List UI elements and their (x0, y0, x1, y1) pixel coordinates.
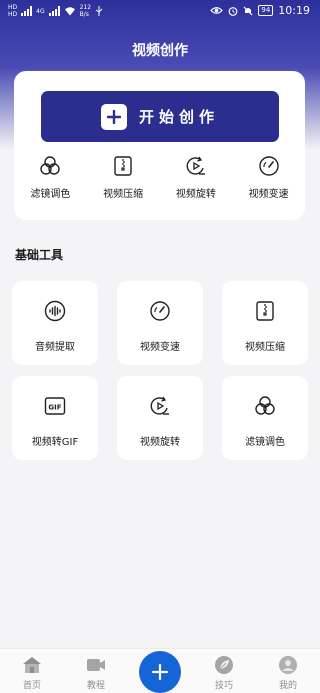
compress-icon (256, 301, 274, 321)
clock-time: 10:19 (278, 4, 310, 17)
quick-tool-label: 视频旋转 (175, 189, 216, 200)
start-create-label: 开始创作 (138, 108, 219, 126)
tab-label: 我的 (278, 681, 297, 691)
tool-filter[interactable]: 滤镜调色 (222, 376, 308, 460)
eye-icon (210, 7, 224, 14)
home-icon (23, 657, 41, 673)
quick-tool-filter[interactable]: 滤镜调色 (14, 155, 87, 200)
tab-mine[interactable]: 我的 (256, 649, 320, 693)
user-icon (279, 656, 297, 674)
tab-tutorial[interactable]: 教程 (64, 649, 128, 693)
tool-label: 视频压缩 (245, 342, 285, 353)
tab-label: 教程 (86, 681, 105, 691)
quick-tool-label: 视频压缩 (103, 189, 144, 200)
create-fab-button[interactable] (139, 651, 181, 693)
start-create-button[interactable]: 开始创作 (41, 91, 279, 142)
tab-home[interactable]: 首页 (0, 649, 64, 693)
tool-video-rotate[interactable]: 视频旋转 (117, 376, 203, 460)
tool-label: 音频提取 (35, 342, 75, 353)
mute-icon (243, 6, 253, 15)
tab-tips[interactable]: 技巧 (192, 649, 256, 693)
svg-text:GIF: GIF (48, 404, 61, 412)
signal-icon (21, 6, 33, 16)
create-card: 开始创作 滤镜调色 视频压缩 视频旋转 视频变速 (14, 71, 305, 220)
filter-icon (255, 396, 275, 415)
page-title: 视频创作 (132, 43, 188, 59)
network-type-label: HD (8, 11, 18, 18)
battery-icon: 94 (258, 5, 274, 16)
network-type-label: HD (8, 4, 18, 11)
quick-tool-label: 滤镜调色 (30, 189, 71, 200)
leaf-icon (215, 656, 233, 674)
compress-icon (114, 156, 132, 176)
audio-wave-icon (44, 300, 66, 322)
quick-tool-rotate[interactable]: 视频旋转 (160, 155, 233, 200)
status-bar: HD HD 4G 212 B/s 94 10:19 (0, 0, 320, 24)
filter-icon (40, 156, 61, 175)
rotate-icon (150, 396, 169, 415)
quick-tool-label: 视频变速 (248, 189, 289, 200)
tool-video-speed[interactable]: 视频变速 (117, 281, 203, 365)
alarm-icon (228, 6, 238, 16)
net-speed-unit: B/s (79, 11, 89, 18)
tool-label: 滤镜调色 (245, 437, 285, 448)
plus-icon (100, 103, 127, 130)
quick-tool-compress[interactable]: 视频压缩 (87, 155, 160, 200)
quick-tool-speed[interactable]: 视频变速 (232, 155, 305, 200)
video-icon (87, 659, 105, 671)
tool-audio-extract[interactable]: 音频提取 (12, 281, 98, 365)
tab-label: 技巧 (214, 681, 233, 691)
tool-label: 视频旋转 (140, 437, 180, 448)
speed-icon (150, 301, 170, 321)
tool-video-to-gif[interactable]: GIF 视频转GIF (12, 376, 98, 460)
quick-tools: 滤镜调色 视频压缩 视频旋转 视频变速 (14, 155, 305, 200)
network-type-label: 4G (36, 7, 45, 15)
signal-icon (48, 6, 60, 16)
plus-icon (151, 663, 169, 681)
usb-icon (95, 6, 103, 16)
speed-icon (258, 156, 279, 176)
net-speed-value: 212 (79, 4, 92, 11)
tool-video-compress[interactable]: 视频压缩 (222, 281, 308, 365)
tool-label: 视频转GIF (31, 437, 79, 448)
tool-label: 视频变速 (140, 342, 180, 353)
section-title: 基础工具 (15, 248, 64, 262)
gif-icon: GIF (44, 397, 66, 415)
rotate-icon (186, 156, 205, 175)
wifi-icon (64, 7, 75, 16)
tab-label: 首页 (22, 681, 41, 691)
